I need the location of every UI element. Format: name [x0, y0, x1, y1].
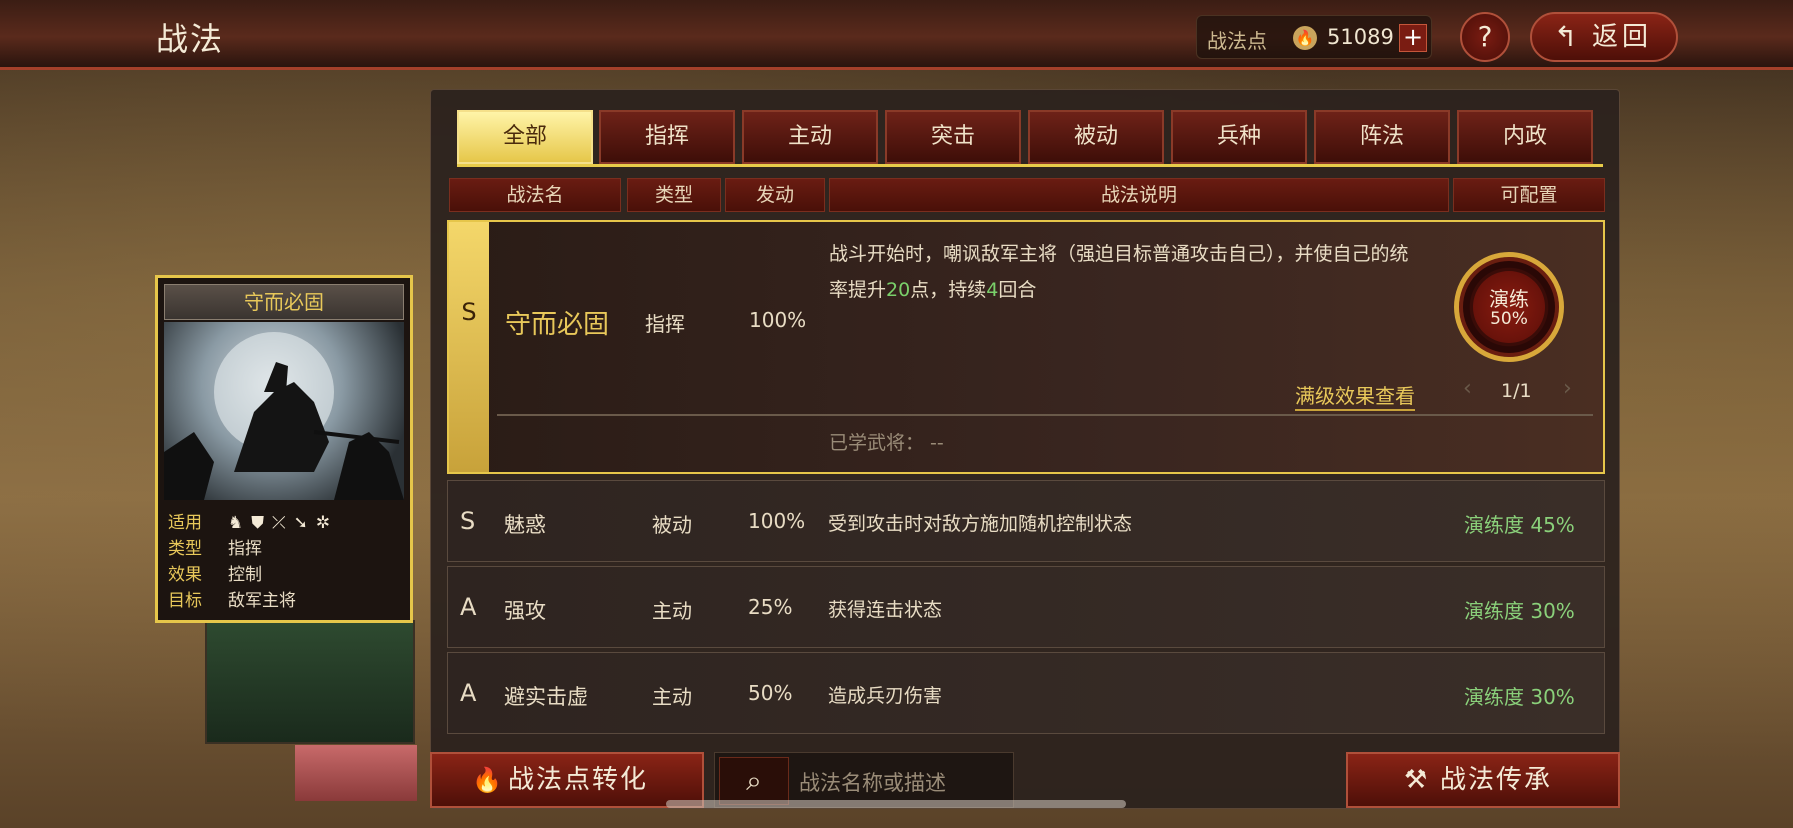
search-input[interactable]: 战法名称或描述: [799, 767, 946, 797]
tactic-grade: S: [460, 507, 476, 535]
spear-icon: ➘: [293, 513, 316, 533]
tactic-description: 战斗开始时，嘲讽敌军主将（强迫目标普通攻击自己），并使自己的统率提升20点，持续…: [829, 243, 1409, 301]
chevron-left-icon[interactable]: ‹: [1463, 376, 1472, 401]
tactic-description: 获得连击状态: [828, 599, 943, 621]
drill-percent: 50%: [1490, 309, 1528, 329]
tactic-row[interactable]: A 强攻 主动 25% 获得连击状态 演练度 30%: [447, 566, 1605, 648]
tactic-name: 魅惑: [504, 513, 546, 537]
shield-icon: ⛊: [251, 513, 272, 533]
convert-points-button[interactable]: 🔥 战法点转化: [430, 752, 704, 808]
drill-button[interactable]: 演练 50%: [1454, 252, 1564, 362]
card-stack-back: [205, 620, 415, 744]
learned-generals: 已学武将： --: [829, 432, 944, 454]
tactic-points-label: 战法点: [1207, 29, 1267, 53]
tactic-description: 造成兵刃伤害: [828, 685, 943, 707]
tactic-rate: 25%: [748, 595, 793, 619]
tactic-grade: A: [460, 593, 477, 621]
tactic-type: 被动: [652, 513, 692, 537]
tab-underline: [457, 164, 1603, 167]
col-header-desc: 战法说明: [829, 178, 1449, 212]
card-title: 守而必固: [164, 284, 404, 320]
target-value: 敌军主将: [228, 591, 296, 611]
add-points-button[interactable]: +: [1399, 24, 1427, 52]
pager: ‹ 1/1 ›: [1463, 374, 1573, 408]
effect-value: 控制: [228, 565, 262, 585]
hammer-icon: ⚒: [1404, 765, 1428, 795]
back-arrow-icon: ↰: [1554, 20, 1578, 53]
col-header-trigger: 发动: [725, 178, 825, 212]
flame-icon: 🔥: [1293, 26, 1317, 50]
top-bar: 战法 战法点 🔥 51089 + ? ↰ 返回: [0, 0, 1793, 70]
tactic-grade: A: [460, 679, 477, 707]
page-title: 战法: [156, 20, 225, 58]
flame-icon: 🔥: [472, 766, 502, 794]
tactic-name: 强攻: [504, 599, 546, 623]
tactic-card: 守而必固 适用 ♞⛊⤫➘✲ 类型 指挥 效果 控制 目标 敌军主将: [155, 275, 413, 623]
tab-passive[interactable]: 被动: [1028, 110, 1164, 164]
tactic-drill-level: 演练度 45%: [1464, 513, 1575, 537]
tactic-type: 主动: [652, 685, 692, 709]
tactics-panel: 全部 指挥 主动 突击 被动 兵种 阵法 内政 战法名 类型 发动 战法说明 可…: [430, 89, 1620, 809]
convert-label: 战法点转化: [508, 765, 649, 795]
col-header-config: 可配置: [1453, 178, 1605, 212]
tab-assault[interactable]: 突击: [885, 110, 1021, 164]
tactic-name: 避实击虚: [504, 685, 588, 709]
max-level-effect-link[interactable]: 满级效果查看: [1295, 380, 1415, 411]
card-info: 适用 ♞⛊⤫➘✲ 类型 指挥 效果 控制 目标 敌军主将: [168, 510, 404, 614]
col-header-name: 战法名: [449, 178, 621, 212]
col-header-type: 类型: [627, 178, 721, 212]
tactic-grade: S: [449, 222, 489, 472]
troop-type-icons: ♞⛊⤫➘✲: [228, 510, 338, 536]
tab-active[interactable]: 主动: [742, 110, 878, 164]
page-indicator: 1/1: [1501, 380, 1532, 402]
tab-all[interactable]: 全部: [457, 110, 593, 164]
tactic-type: 主动: [652, 599, 692, 623]
effect-label: 效果: [168, 565, 202, 585]
target-label: 目标: [168, 591, 202, 611]
back-button[interactable]: ↰ 返回: [1530, 12, 1678, 62]
tactic-description: 受到攻击时对敌方施加随机控制状态: [828, 513, 1133, 535]
search-icon[interactable]: ⌕: [719, 757, 789, 805]
divider: [497, 414, 1593, 416]
drill-title: 演练: [1489, 287, 1529, 311]
selected-tactic-row[interactable]: S 守而必固 指挥 100% 战斗开始时，嘲讽敌军主将（强迫目标普通攻击自己），…: [447, 220, 1605, 474]
inherit-button[interactable]: ⚒ 战法传承: [1346, 752, 1620, 808]
apply-label: 适用: [168, 513, 202, 533]
card-stack-back-2: [295, 745, 417, 801]
tactic-name: 守而必固: [505, 310, 610, 340]
chevron-right-icon[interactable]: ›: [1563, 376, 1572, 401]
tab-command[interactable]: 指挥: [599, 110, 735, 164]
inherit-label: 战法传承: [1440, 765, 1553, 795]
tactic-rate: 100%: [749, 308, 807, 332]
tactic-drill-level: 演练度 30%: [1464, 685, 1575, 709]
home-indicator: [666, 800, 1126, 808]
help-button[interactable]: ?: [1460, 12, 1510, 62]
drill-inner: 演练 50%: [1473, 271, 1545, 343]
tab-formation[interactable]: 阵法: [1314, 110, 1450, 164]
tactic-rate: 100%: [748, 509, 806, 533]
back-label: 返回: [1592, 22, 1653, 52]
tactic-points-box: 战法点 🔥 51089 +: [1196, 15, 1432, 59]
tactic-rate: 50%: [748, 681, 793, 705]
bow-icon: ⤫: [272, 513, 294, 533]
tactic-type: 指挥: [645, 312, 685, 336]
tactic-points-value: 51089: [1327, 25, 1394, 49]
chariot-icon: ✲: [315, 513, 339, 533]
tactic-row[interactable]: S 魅惑 被动 100% 受到攻击时对敌方施加随机控制状态 演练度 45%: [447, 480, 1605, 562]
tactic-row[interactable]: A 避实击虚 主动 50% 造成兵刃伤害 演练度 30%: [447, 652, 1605, 734]
tactic-drill-level: 演练度 30%: [1464, 599, 1575, 623]
cavalry-icon: ♞: [228, 513, 252, 533]
card-art-image: [164, 322, 404, 500]
tab-internal[interactable]: 内政: [1457, 110, 1593, 164]
type-value: 指挥: [228, 539, 262, 559]
tab-troop[interactable]: 兵种: [1171, 110, 1307, 164]
type-label: 类型: [168, 539, 202, 559]
